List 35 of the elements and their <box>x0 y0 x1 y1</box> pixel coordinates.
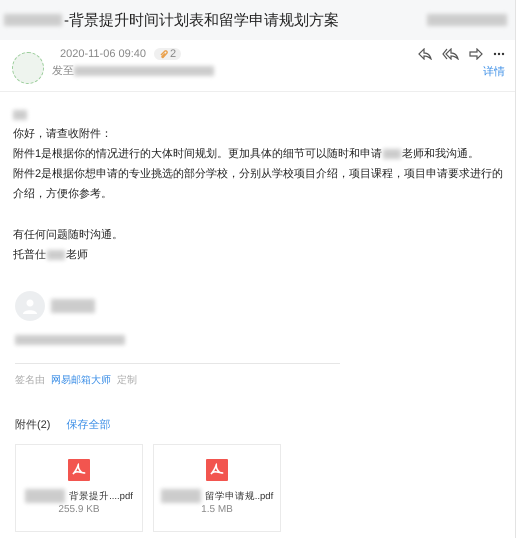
reply-all-icon[interactable] <box>442 48 459 60</box>
body-text: 有任何问题随时沟通。 <box>13 228 124 243</box>
file-name: 留学申请规..pdf <box>204 490 274 502</box>
redacted-text <box>4 14 62 26</box>
attachment-badge[interactable]: 2 <box>154 48 182 60</box>
attachments-title: 附件(2) <box>15 418 50 432</box>
attachment-card[interactable]: 留学申请规..pdf 1.5 MB <box>153 444 281 532</box>
signature-prefix: 签名由 <box>15 374 45 387</box>
redacted-text <box>25 489 66 503</box>
email-subject: -背景提升时间计划表和留学申请规划方案 <box>64 10 339 30</box>
body-text: 附件1是根据你的情况进行的大体时间规划。更加具体的细节可以随时和申请 老师和我沟通。 <box>13 146 480 162</box>
forward-icon[interactable] <box>469 48 483 60</box>
redacted-text <box>47 250 65 260</box>
pdf-icon <box>68 459 90 481</box>
paperclip-icon <box>159 48 168 60</box>
recipient-label: 发至 <box>52 64 74 78</box>
body-text: 你好，请查收附件： <box>13 127 113 142</box>
redacted-text <box>383 149 402 160</box>
avatar-icon <box>12 52 44 84</box>
pdf-icon <box>206 459 228 481</box>
redacted-text <box>13 110 27 120</box>
reply-icon[interactable] <box>418 48 432 60</box>
file-size: 1.5 MB <box>201 504 233 515</box>
redacted-text <box>160 489 201 503</box>
save-all-link[interactable]: 保存全部 <box>66 417 110 432</box>
file-size: 255.9 KB <box>58 504 100 515</box>
signature-suffix: 定制 <box>117 374 137 387</box>
details-link[interactable]: 详情 <box>483 64 505 79</box>
body-text: 附件2是根据你想申请的专业挑选的部分学校，分别从学校项目介绍，项目课程，项目申请要求进行的介绍，方便你参考。 <box>13 166 504 202</box>
redacted-text <box>51 299 95 313</box>
signature-link[interactable]: 网易邮箱大师 <box>51 373 111 387</box>
send-date: 2020-11-06 09:40 <box>60 48 146 60</box>
file-name: 背景提升....pdf <box>69 490 133 502</box>
body-text: 托普仕 老师 <box>13 248 89 263</box>
attachment-card[interactable]: 背景提升....pdf 255.9 KB <box>15 444 143 532</box>
